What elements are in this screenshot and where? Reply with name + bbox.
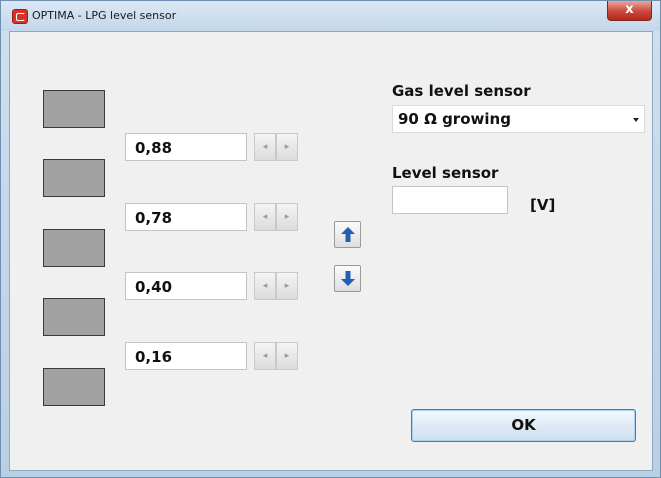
gas-level-sensor-selected: 90 Ω growing: [398, 110, 511, 128]
level-threshold-field-1[interactable]: 0,88: [125, 133, 247, 161]
level-threshold-field-3[interactable]: 0,40: [125, 272, 247, 300]
app-window: OPTIMA - LPG level sensor x 0,88 ◂ ▸ 0,7…: [0, 0, 661, 478]
spin-right-icon[interactable]: ▸: [276, 203, 298, 231]
level-threshold-spinner-4[interactable]: ◂ ▸: [254, 342, 299, 370]
level-swatch-3[interactable]: [43, 229, 105, 267]
window-title: OPTIMA - LPG level sensor: [32, 9, 177, 22]
spin-left-icon[interactable]: ◂: [254, 133, 276, 161]
spin-right-icon[interactable]: ▸: [276, 272, 298, 300]
gas-level-sensor-dropdown[interactable]: 90 Ω growing: [392, 105, 645, 133]
gas-level-sensor-label: Gas level sensor: [392, 82, 531, 100]
spin-left-icon[interactable]: ◂: [254, 342, 276, 370]
chevron-down-icon[interactable]: [633, 118, 639, 122]
close-button[interactable]: x: [607, 1, 652, 21]
level-swatch-1[interactable]: [43, 90, 105, 128]
spin-left-icon[interactable]: ◂: [254, 203, 276, 231]
title-bar[interactable]: OPTIMA - LPG level sensor x: [1, 1, 660, 31]
level-threshold-spinner-2[interactable]: ◂ ▸: [254, 203, 299, 231]
level-threshold-field-2[interactable]: 0,78: [125, 203, 247, 231]
arrow-up-icon: [341, 227, 355, 242]
spin-right-icon[interactable]: ▸: [276, 133, 298, 161]
level-sensor-label: Level sensor: [392, 164, 499, 182]
ok-button[interactable]: OK: [411, 409, 636, 442]
level-swatch-4[interactable]: [43, 298, 105, 336]
move-up-button[interactable]: [334, 221, 361, 248]
level-sensor-field[interactable]: [392, 186, 508, 214]
level-threshold-field-4[interactable]: 0,16: [125, 342, 247, 370]
level-sensor-unit: [V]: [530, 196, 556, 214]
level-swatch-2[interactable]: [43, 159, 105, 197]
level-swatch-5[interactable]: [43, 368, 105, 406]
arrow-down-icon: [341, 271, 355, 286]
spin-left-icon[interactable]: ◂: [254, 272, 276, 300]
spin-right-icon[interactable]: ▸: [276, 342, 298, 370]
move-down-button[interactable]: [334, 265, 361, 292]
app-logo-icon: [12, 9, 28, 24]
level-threshold-spinner-3[interactable]: ◂ ▸: [254, 272, 299, 300]
dialog-body: 0,88 ◂ ▸ 0,78 ◂ ▸ 0,40 ◂ ▸ 0,16 ◂ ▸ Gas …: [9, 31, 653, 471]
level-threshold-spinner-1[interactable]: ◂ ▸: [254, 133, 299, 161]
